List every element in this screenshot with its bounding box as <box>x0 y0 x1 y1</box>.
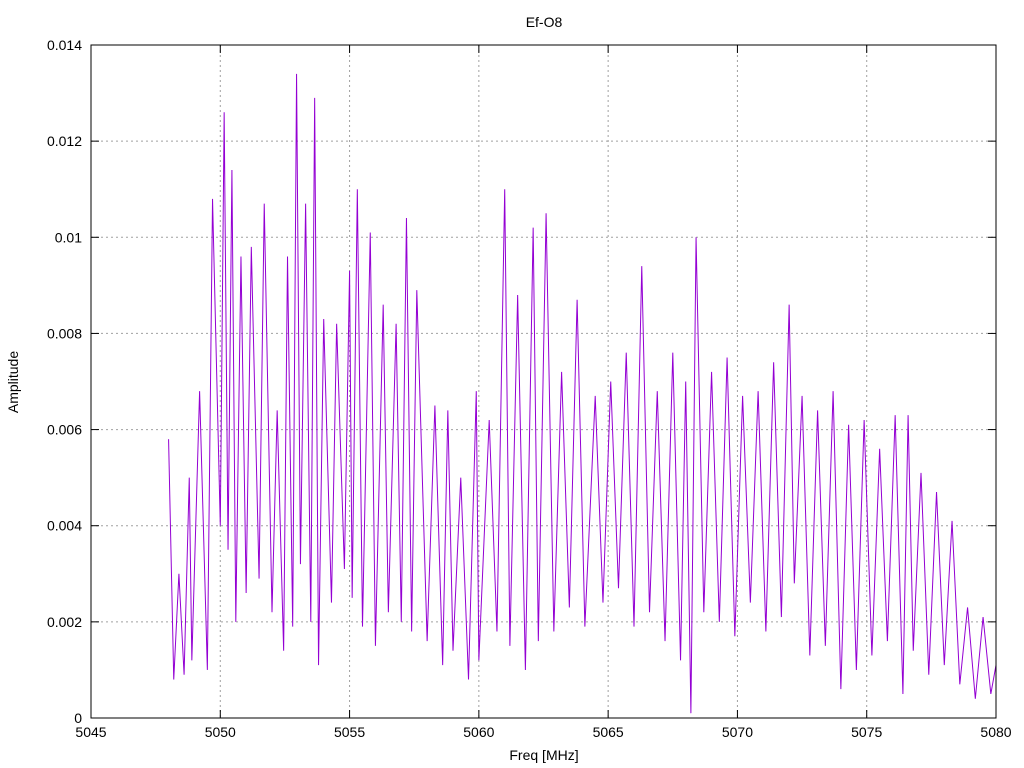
series-group <box>168 73 997 714</box>
y-tick-label: 0.01 <box>55 229 82 245</box>
x-tick-label: 5065 <box>593 724 624 740</box>
x-tick-label: 5070 <box>722 724 753 740</box>
y-tick-label: 0.004 <box>47 518 82 534</box>
amplitude-chart: Ef-O8 Freq [MHz] Amplitude 5045 5050 5055 5… <box>5 14 1012 763</box>
chart-title: Ef-O8 <box>526 14 563 30</box>
x-tick-label: 5075 <box>851 724 882 740</box>
x-axis-title: Freq [MHz] <box>509 747 578 763</box>
chart-container: Ef-O8 Freq [MHz] Amplitude 5045 5050 5055 5… <box>0 0 1024 768</box>
y-axis-title: Amplitude <box>5 351 21 413</box>
x-tick-label: 5055 <box>334 724 365 740</box>
y-tick-label: 0.002 <box>47 614 82 630</box>
y-tick-label: 0.012 <box>47 133 82 149</box>
y-tick-label: 0.006 <box>47 422 82 438</box>
x-tick-label: 5050 <box>205 724 236 740</box>
y-tick-label: 0 <box>74 710 82 726</box>
y-tick-label: 0.014 <box>47 37 82 53</box>
y-tick-label: 0.008 <box>47 325 82 341</box>
x-tick-label: 5080 <box>980 724 1011 740</box>
x-tick-label: 5045 <box>75 724 106 740</box>
x-tick-label: 5060 <box>463 724 494 740</box>
series-line-0 <box>168 73 997 714</box>
